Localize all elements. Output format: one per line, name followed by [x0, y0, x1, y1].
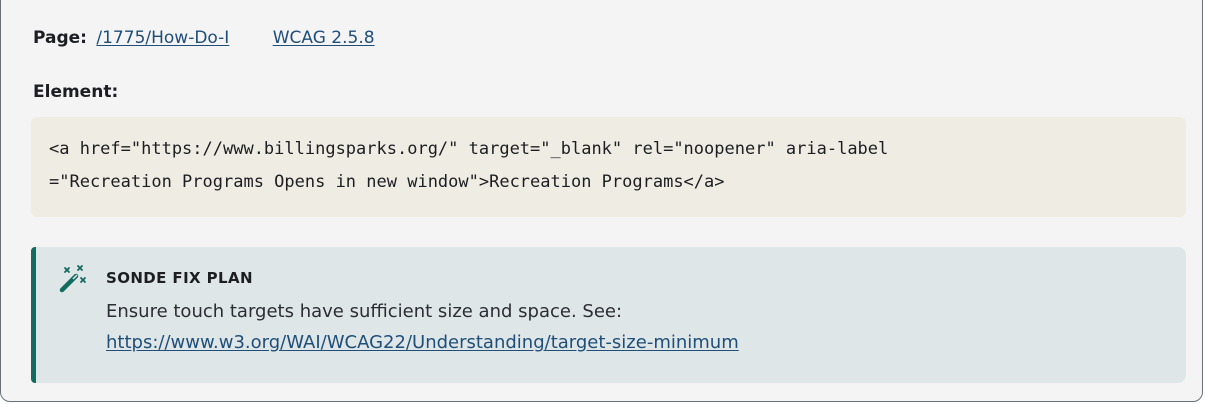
fix-plan-description: Ensure touch targets have sufficient siz… [106, 301, 623, 322]
page-row: Page: /1775/How-Do-I WCAG 2.5.8 [33, 28, 375, 48]
fix-plan-title: SONDE FIX PLAN [106, 269, 253, 287]
fix-plan-link[interactable]: https://www.w3.org/WAI/WCAG22/Understand… [106, 332, 739, 353]
element-label: Element: [33, 82, 119, 102]
fix-plan-callout: SONDE FIX PLAN Ensure touch targets have… [31, 247, 1186, 383]
magic-wand-icon [59, 265, 86, 293]
issue-card: Page: /1775/How-Do-I WCAG 2.5.8 Element:… [0, 0, 1203, 402]
page-label: Page: [33, 28, 87, 48]
element-code: <a href="https://www.billingsparks.org/"… [31, 117, 1186, 217]
wcag-link[interactable]: WCAG 2.5.8 [273, 28, 375, 48]
page-link[interactable]: /1775/How-Do-I [96, 28, 229, 48]
